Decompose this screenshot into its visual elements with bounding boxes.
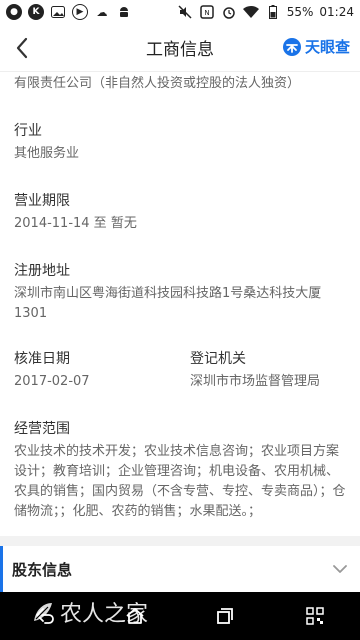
industry-value: 其他服务业 — [14, 146, 80, 161]
battery-icon — [265, 4, 281, 20]
back-arrow-icon — [16, 37, 28, 58]
cloud-icon: ☁ — [96, 5, 108, 19]
status-right-icons: N 55% 01:24 — [177, 4, 354, 20]
company-type-value: 有限责任公司（非自然人投资或控股的法人独资） — [14, 76, 301, 91]
registered-address-label: 注册地址 — [14, 263, 70, 279]
nfc-icon: N — [199, 4, 215, 20]
nav-back-button[interactable] — [21, 592, 69, 640]
registration-authority-label: 登记机关 — [190, 351, 246, 367]
business-period-label: 营业期限 — [14, 193, 70, 209]
nav-back-icon — [36, 608, 54, 624]
business-scope-label: 经营范围 — [14, 421, 70, 437]
system-nav-bar — [0, 592, 360, 640]
image-icon — [50, 4, 66, 20]
approval-date-label: 核准日期 — [14, 351, 70, 367]
notification-circle-icon: ● — [6, 4, 22, 20]
k-app-icon: K — [28, 4, 44, 20]
brand-logo-link[interactable]: 天眼查 — [282, 36, 350, 57]
chevron-down-icon[interactable] — [320, 546, 360, 592]
qr-code-icon — [306, 607, 324, 625]
status-bar: ● K ▶ ☁ N 55% 01:24 — [0, 0, 360, 24]
wifi-icon — [242, 4, 259, 20]
section-title: 股东信息 — [12, 560, 73, 579]
registered-address-value: 深圳市南山区粤海街道科技园科技路1号桑达科技大厦1301 — [14, 286, 322, 321]
play-icon: ▶ — [72, 4, 88, 20]
industry-label: 行业 — [14, 123, 42, 139]
back-button[interactable] — [0, 24, 44, 72]
section-divider — [0, 536, 360, 546]
mute-icon — [177, 4, 193, 20]
nav-recents-icon — [217, 608, 233, 624]
android-icon — [116, 4, 132, 20]
alarm-icon — [221, 4, 237, 20]
nav-recents-button[interactable] — [201, 592, 249, 640]
svg-text:N: N — [204, 9, 209, 17]
tianyancha-logo-icon — [282, 37, 301, 56]
nav-home-icon — [126, 608, 144, 624]
clock: 01:24 — [319, 5, 354, 19]
nav-home-button[interactable] — [111, 592, 159, 640]
battery-percent: 55% — [286, 5, 314, 19]
business-scope-value: 农业技术的技术开发；农业技术信息咨询；农业项目方案设计；教育培训；企业管理咨询；… — [14, 444, 346, 519]
business-info-content[interactable]: 有限责任公司（非自然人投资或控股的法人独资） 行业 其他服务业 营业期限 201… — [0, 72, 360, 544]
approval-date-value: 2017-02-07 — [14, 374, 90, 389]
shareholder-section-header[interactable]: 股东信息 — [0, 546, 360, 592]
nav-qr-button[interactable] — [291, 592, 339, 640]
registration-authority-value: 深圳市市场监督管理局 — [190, 374, 321, 389]
business-period-value: 2014-11-14 至 暂无 — [14, 216, 137, 231]
brand-name: 天眼查 — [304, 38, 350, 56]
top-app-bar: 工商信息 天眼查 — [0, 24, 360, 72]
status-left-icons: ● K ▶ ☁ — [6, 4, 132, 20]
